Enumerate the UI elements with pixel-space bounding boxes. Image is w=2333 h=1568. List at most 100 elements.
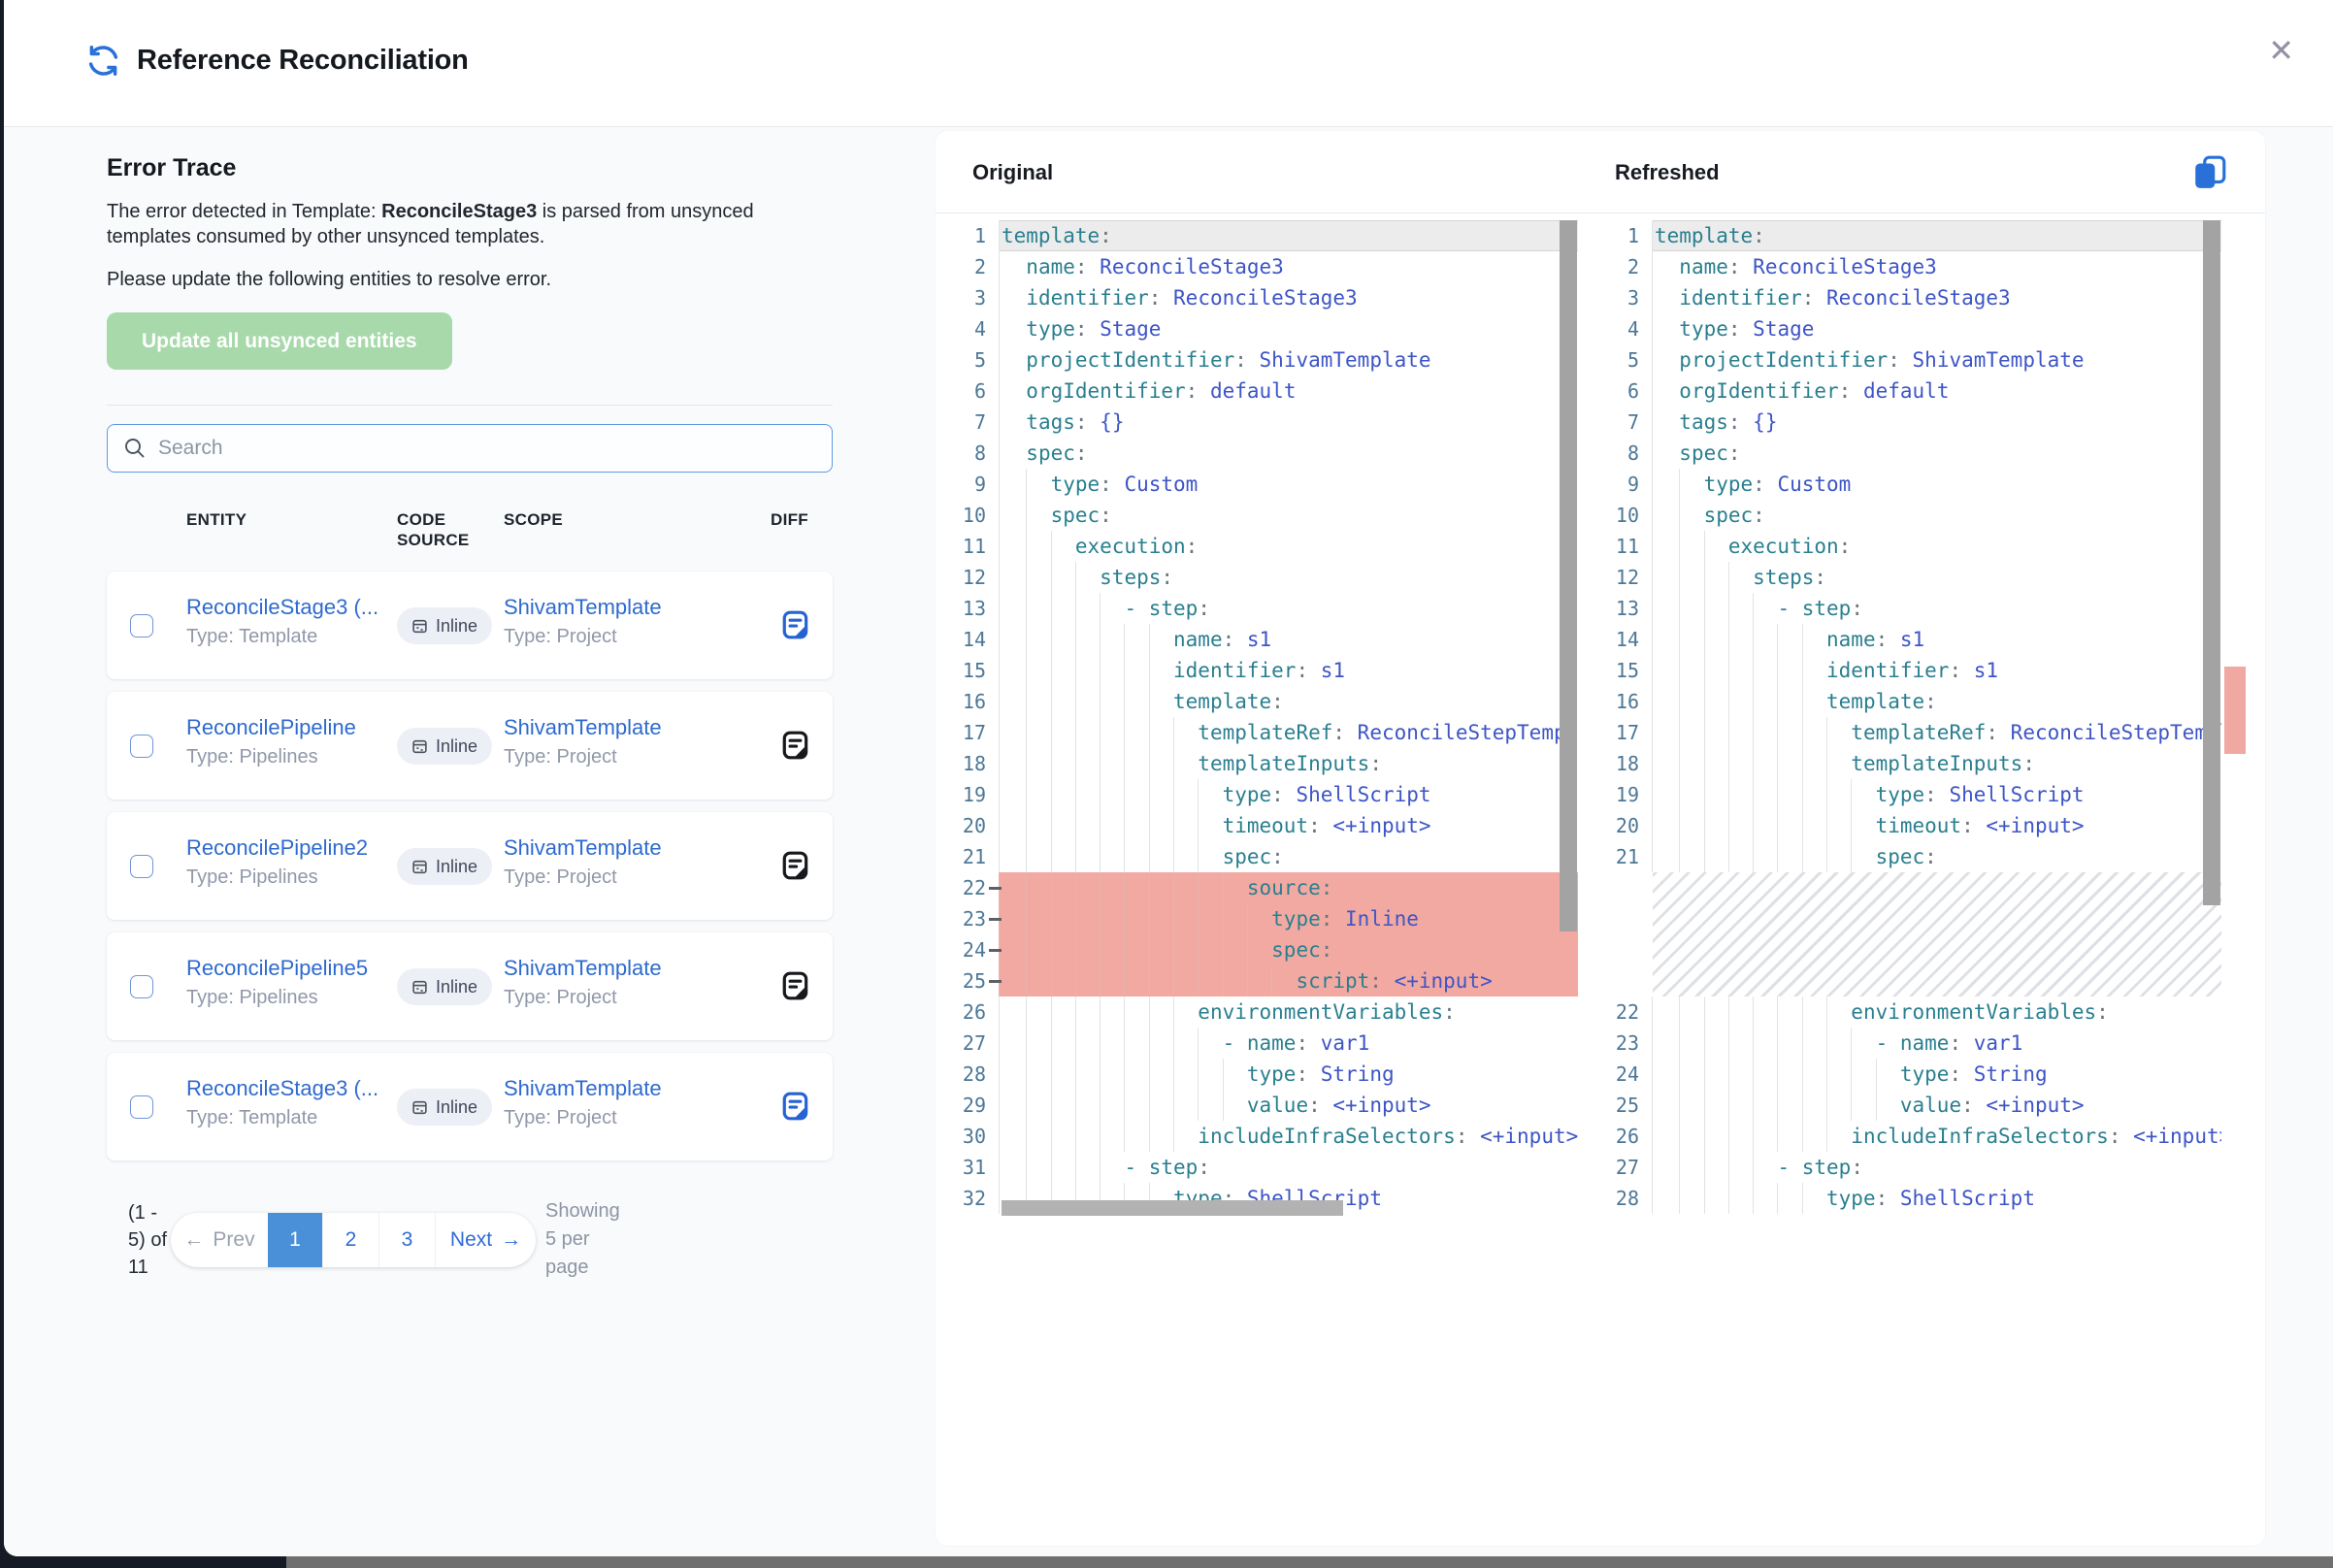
code-line: 25 script: <+input> — [950, 965, 1578, 996]
code-text: orgIdentifier: default — [999, 376, 1578, 407]
code-text: type: ShellScript — [1652, 779, 2221, 810]
code-line: 8 spec: — [950, 438, 1578, 469]
diff-icon[interactable] — [780, 970, 811, 1001]
line-number: 18 — [1603, 748, 1639, 779]
entity-link[interactable]: ReconcilePipeline5 — [186, 956, 368, 981]
code-text: template: — [999, 220, 1578, 251]
code-source-badge: Inline — [397, 1089, 492, 1126]
code-line: 18 templateInputs: — [1603, 748, 2221, 779]
entity-link[interactable]: ReconcilePipeline — [186, 715, 356, 740]
code-text: template: — [1652, 220, 2221, 251]
line-number: 3 — [1603, 282, 1639, 313]
error-trace-panel: Error Trace The error detected in Templa… — [4, 127, 936, 1556]
pagination-page-1[interactable]: 1 — [268, 1213, 322, 1267]
code-line: 18 templateInputs: — [950, 748, 1578, 779]
code-text: projectIdentifier: ShivamTemplate — [999, 344, 1578, 376]
code-text: type: Stage — [1652, 313, 2221, 344]
dialog-title: Reference Reconciliation — [137, 45, 469, 77]
code-text: spec: — [999, 934, 1578, 965]
code-text: templateRef: ReconcileStepTemplate — [999, 717, 1578, 748]
code-line: 12 steps: — [1603, 562, 2221, 593]
line-number: 25 — [950, 965, 986, 996]
pagination-prev-button[interactable]: ← Prev — [171, 1213, 268, 1267]
entity-link[interactable]: ReconcilePipeline2 — [186, 835, 368, 861]
row-checkbox[interactable] — [130, 614, 153, 637]
line-number: 5 — [1603, 344, 1639, 376]
refreshed-code-editor[interactable]: 1template:2 name: ReconcileStage33 ident… — [1603, 220, 2221, 1218]
pagination-pages: 123 — [268, 1213, 435, 1267]
line-number: 1 — [1603, 220, 1639, 251]
code-source-badge: Inline — [397, 968, 492, 1005]
update-all-unsynced-button[interactable]: Update all unsynced entities — [107, 312, 452, 370]
code-text: steps: — [999, 562, 1578, 593]
line-number: 17 — [950, 717, 986, 748]
diff-icon[interactable] — [780, 1091, 811, 1122]
refreshed-panel-title: Refreshed — [1615, 160, 1720, 185]
code-line: 19 type: ShellScript — [1603, 779, 2221, 810]
code-text: spec: — [1652, 500, 2221, 531]
row-checkbox[interactable] — [130, 735, 153, 758]
scope-type-label: Type: Project — [504, 626, 662, 648]
code-text: includeInfraSelectors: <+input> — [999, 1121, 1578, 1152]
entity-link[interactable]: ReconcileStage3 (... — [186, 595, 378, 620]
search-input[interactable] — [158, 437, 816, 460]
scope-type-label: Type: Project — [504, 746, 662, 768]
code-text: type: String — [999, 1059, 1578, 1090]
row-checkbox[interactable] — [130, 975, 153, 998]
pagination-page-2[interactable]: 2 — [322, 1213, 378, 1267]
pagination-next-button[interactable]: Next → — [435, 1213, 536, 1267]
error-trace-heading: Error Trace — [107, 154, 236, 182]
close-icon[interactable]: ✕ — [2268, 35, 2294, 66]
line-number: 16 — [950, 686, 986, 717]
scope-link[interactable]: ShivamTemplate — [504, 595, 662, 620]
scope-link[interactable]: ShivamTemplate — [504, 1076, 662, 1101]
search-field[interactable] — [107, 424, 833, 473]
line-number: 17 — [1603, 717, 1639, 748]
scope-link[interactable]: ShivamTemplate — [504, 956, 662, 981]
scope-type-label: Type: Project — [504, 866, 662, 889]
changed-line-marker — [989, 980, 1002, 983]
code-source-badge: Inline — [397, 607, 492, 644]
entity-cell: ReconcilePipeline5Type: Pipelines — [186, 956, 368, 1009]
line-number: 14 — [950, 624, 986, 655]
refreshed-vertical-scrollbar[interactable] — [2203, 220, 2220, 905]
code-text: type: Stage — [999, 313, 1578, 344]
entity-cell: ReconcileStage3 (...Type: Template — [186, 1076, 378, 1129]
code-line: 6 orgIdentifier: default — [950, 376, 1578, 407]
line-number: 20 — [1603, 810, 1639, 841]
diff-icon[interactable] — [780, 730, 811, 761]
row-checkbox[interactable] — [130, 1095, 153, 1119]
entity-link[interactable]: ReconcileStage3 (... — [186, 1076, 378, 1101]
scope-link[interactable]: ShivamTemplate — [504, 715, 662, 740]
code-line: 8 spec: — [1603, 438, 2221, 469]
pagination-page-3[interactable]: 3 — [378, 1213, 435, 1267]
original-code-editor[interactable]: 1template:2 name: ReconcileStage33 ident… — [950, 220, 1578, 1218]
code-line: 2 name: ReconcileStage3 — [950, 251, 1578, 282]
code-text: identifier: s1 — [1652, 655, 2221, 686]
original-vertical-scrollbar[interactable] — [1560, 220, 1577, 931]
page-horizontal-scrollbar[interactable] — [286, 1556, 2333, 1568]
code-line: 24 spec: — [950, 934, 1578, 965]
line-number: 12 — [950, 562, 986, 593]
line-number: 9 — [1603, 469, 1639, 500]
code-text: timeout: <+input> — [999, 810, 1578, 841]
column-header-diff: DIFF — [771, 509, 808, 530]
code-line: 5 projectIdentifier: ShivamTemplate — [950, 344, 1578, 376]
scope-link[interactable]: ShivamTemplate — [504, 835, 662, 861]
code-text: execution: — [1652, 531, 2221, 562]
code-text: name: ReconcileStage3 — [999, 251, 1578, 282]
code-line: 20 timeout: <+input> — [950, 810, 1578, 841]
copy-icon[interactable] — [2191, 154, 2228, 191]
diff-icon[interactable] — [780, 609, 811, 640]
code-source-label: Inline — [436, 1097, 477, 1118]
diff-icon[interactable] — [780, 850, 811, 881]
code-line: 12 steps: — [950, 562, 1578, 593]
row-checkbox[interactable] — [130, 855, 153, 878]
entity-type-label: Type: Pipelines — [186, 746, 356, 768]
original-horizontal-scrollbar[interactable] — [1002, 1200, 1343, 1216]
line-number: 19 — [1603, 779, 1639, 810]
inline-source-icon — [411, 859, 428, 875]
code-line: 16 template: — [1603, 686, 2221, 717]
line-number: 2 — [950, 251, 986, 282]
code-line: 14 name: s1 — [1603, 624, 2221, 655]
